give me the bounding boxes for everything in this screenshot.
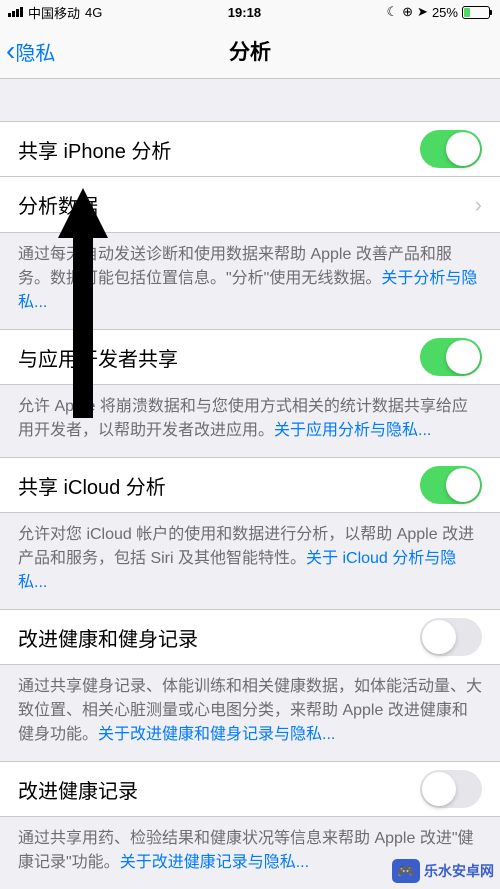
signal-icon <box>8 7 23 17</box>
footer-text: 允许对您 iCloud 帐户的使用和数据进行分析，以帮助 Apple 改进产品和… <box>0 513 500 609</box>
back-label: 隐私 <box>15 37 55 66</box>
about-health-records-link[interactable]: 关于改进健康记录与隐私... <box>120 854 309 871</box>
share-with-developers-switch[interactable] <box>420 338 482 376</box>
cell-label: 共享 iCloud 分析 <box>18 471 166 500</box>
share-icloud-analytics-switch[interactable] <box>420 466 482 504</box>
cell-label: 分析数据 <box>18 190 98 219</box>
about-health-fitness-link[interactable]: 关于改进健康和健身记录与隐私... <box>98 726 335 743</box>
improve-health-fitness-cell[interactable]: 改进健康和健身记录 <box>0 609 500 665</box>
share-icloud-analytics-cell[interactable]: 共享 iCloud 分析 <box>0 457 500 513</box>
page-title: 分析 <box>229 36 271 66</box>
time-label: 19:18 <box>228 5 261 20</box>
about-app-analytics-link[interactable]: 关于应用分析与隐私... <box>274 422 431 439</box>
cell-label: 改进健康记录 <box>18 775 138 804</box>
cell-label: 共享 iPhone 分析 <box>18 135 171 164</box>
watermark-icon: 🎮 <box>392 859 420 883</box>
cell-label: 改进健康和健身记录 <box>18 623 198 652</box>
cell-label: 与应用开发者共享 <box>18 343 178 372</box>
improve-health-records-switch[interactable] <box>420 770 482 808</box>
improve-health-fitness-switch[interactable] <box>420 618 482 656</box>
network-label: 4G <box>85 5 102 20</box>
watermark-text: 乐水安卓网 <box>424 861 494 881</box>
footer-text: 允许 Apple 将崩溃数据和与您使用方式相关的统计数据共享给应用开发者，以帮助… <box>0 385 500 457</box>
chevron-right-icon: › <box>475 192 482 218</box>
carrier-label: 中国移动 <box>28 3 80 22</box>
back-button[interactable]: ‹ 隐私 <box>0 35 55 67</box>
watermark: 🎮 乐水安卓网 <box>392 859 494 883</box>
lock-rotation-icon: ⊕ <box>402 4 413 20</box>
chevron-left-icon: ‹ <box>6 35 15 67</box>
location-icon: ➤ <box>417 4 428 20</box>
share-iphone-analytics-switch[interactable] <box>420 130 482 168</box>
content-scroll[interactable]: 共享 iPhone 分析 分析数据 › 通过每天自动发送诊断和使用数据来帮助 A… <box>0 79 500 889</box>
nav-bar: ‹ 隐私 分析 <box>0 24 500 79</box>
share-iphone-analytics-cell[interactable]: 共享 iPhone 分析 <box>0 121 500 177</box>
moon-icon: ☾ <box>386 4 398 20</box>
analytics-data-cell[interactable]: 分析数据 › <box>0 177 500 233</box>
footer-text: 通过每天自动发送诊断和使用数据来帮助 Apple 改善产品和服务。数据可能包括位… <box>0 233 500 329</box>
status-bar: 中国移动 4G 19:18 ☾ ⊕ ➤ 25% <box>0 0 500 24</box>
battery-icon <box>462 6 492 19</box>
battery-pct: 25% <box>432 5 458 20</box>
footer-text: 通过共享健身记录、体能训练和相关健康数据，如体能活动量、大致位置、相关心脏测量或… <box>0 665 500 761</box>
improve-health-records-cell[interactable]: 改进健康记录 <box>0 761 500 817</box>
share-with-developers-cell[interactable]: 与应用开发者共享 <box>0 329 500 385</box>
